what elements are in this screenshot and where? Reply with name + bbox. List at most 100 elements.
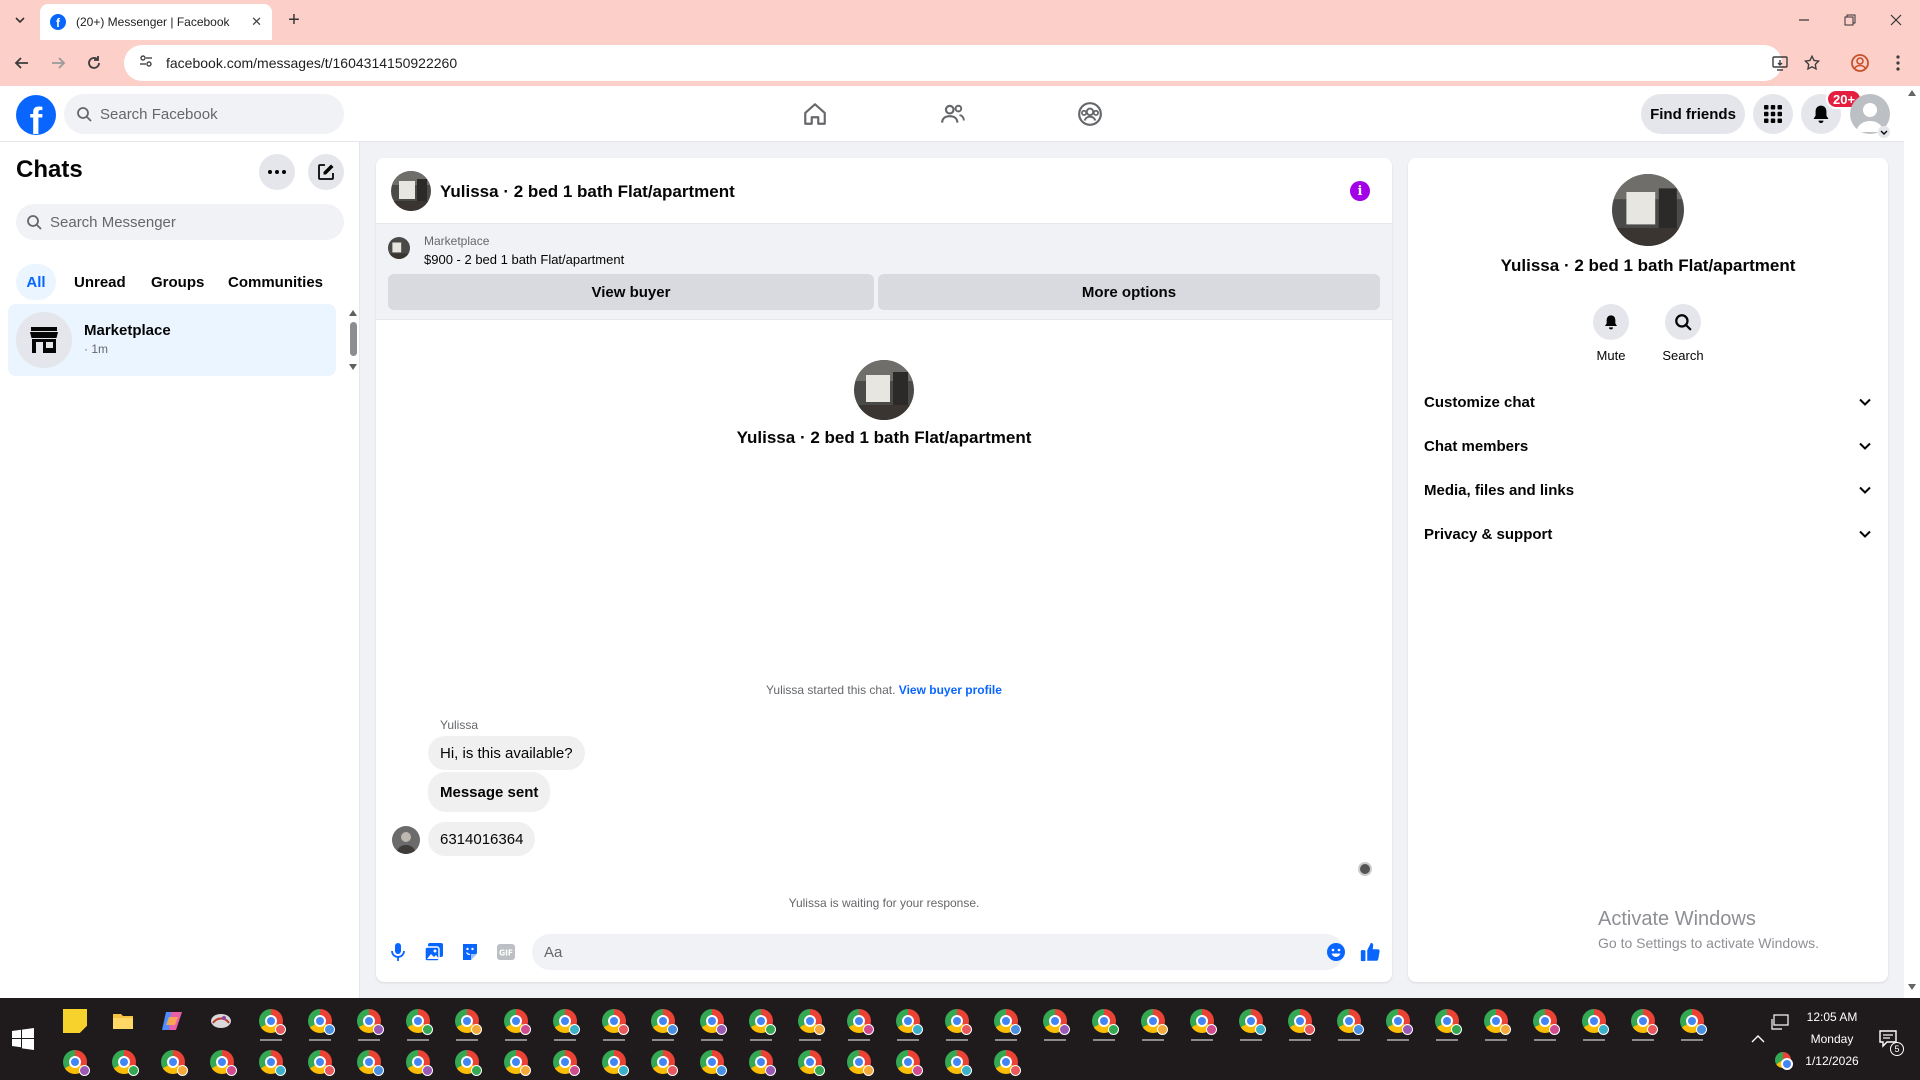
- more-options-button[interactable]: More options: [878, 274, 1380, 310]
- taskbar-chrome-profile-icon[interactable]: [259, 1009, 286, 1035]
- account-chevron-icon[interactable]: [1878, 126, 1890, 138]
- taskbar-chrome-profile-icon[interactable]: [1043, 1009, 1070, 1035]
- new-tab-plus-icon[interactable]: +: [282, 8, 306, 32]
- taskbar-chrome-profile-icon[interactable]: [259, 1050, 286, 1076]
- taskbar-chrome-profile-icon[interactable]: [651, 1050, 678, 1076]
- new-message-compose-icon[interactable]: [308, 154, 344, 190]
- browser-menu-icon[interactable]: [1886, 51, 1910, 75]
- listing-description[interactable]: $900 - 2 bed 1 bath Flat/apartment: [424, 252, 624, 267]
- filter-tab-unread[interactable]: Unread: [64, 264, 136, 300]
- taskbar-chrome-profile-icon[interactable]: [1631, 1009, 1658, 1035]
- taskbar-chrome-profile-icon[interactable]: [357, 1009, 384, 1035]
- chat-list-item[interactable]: Marketplace · 1m: [8, 304, 336, 376]
- friends-icon[interactable]: [939, 100, 967, 128]
- taskbar-chrome-profile-icon[interactable]: [896, 1050, 923, 1076]
- gif-icon[interactable]: GIF: [494, 940, 518, 964]
- more-options-icon[interactable]: [259, 154, 295, 190]
- back-arrow-icon[interactable]: [10, 51, 34, 75]
- taskbar-chrome-profile-icon[interactable]: [308, 1009, 335, 1035]
- taskbar-chrome-profile-icon[interactable]: [63, 1050, 90, 1076]
- photo-gallery-icon[interactable]: [422, 940, 446, 964]
- taskbar-chrome-profile-icon[interactable]: [749, 1050, 776, 1076]
- taskbar-chrome-profile-icon[interactable]: [210, 1050, 237, 1076]
- taskbar-app-icon[interactable]: [209, 1009, 233, 1033]
- taskbar-chrome-profile-icon[interactable]: [798, 1050, 825, 1076]
- taskbar-chrome-profile-icon[interactable]: [945, 1009, 972, 1035]
- taskbar-chrome-profile-icon[interactable]: [798, 1009, 825, 1035]
- section-media-files-links[interactable]: Media, files and links: [1416, 468, 1880, 512]
- center-profile-avatar[interactable]: [854, 360, 914, 420]
- facebook-search[interactable]: [64, 94, 344, 134]
- mute-button[interactable]: Mute: [1581, 304, 1641, 363]
- taskbar-chrome-profile-icon[interactable]: [1141, 1009, 1168, 1035]
- thumbs-up-like-icon[interactable]: [1358, 940, 1382, 964]
- taskbar-chrome-profile-icon[interactable]: [896, 1009, 923, 1035]
- taskbar-file-explorer-icon[interactable]: [111, 1009, 135, 1033]
- menu-grid-icon[interactable]: [1753, 94, 1793, 134]
- sender-avatar[interactable]: [392, 826, 420, 854]
- taskbar-copilot-icon[interactable]: [160, 1009, 184, 1033]
- view-buyer-button[interactable]: View buyer: [388, 274, 874, 310]
- taskbar-chrome-profile-icon[interactable]: [455, 1050, 482, 1076]
- tray-overflow-chevron-icon[interactable]: [1751, 1034, 1765, 1044]
- taskbar-chrome-profile-icon[interactable]: [847, 1009, 874, 1035]
- filter-tab-all[interactable]: All: [16, 264, 56, 300]
- message-bubble[interactable]: Hi, is this available?: [428, 736, 585, 770]
- section-customize-chat[interactable]: Customize chat: [1416, 380, 1880, 424]
- taskbar-chrome-profile-icon[interactable]: [504, 1050, 531, 1076]
- taskbar-chrome-profile-icon[interactable]: [1190, 1009, 1217, 1035]
- taskbar-chrome-profile-icon[interactable]: [406, 1009, 433, 1035]
- info-panel-avatar[interactable]: [1612, 174, 1684, 246]
- windows-start-icon[interactable]: [12, 1028, 34, 1050]
- section-privacy-support[interactable]: Privacy & support: [1416, 512, 1880, 556]
- taskbar-chrome-profile-icon[interactable]: [1092, 1009, 1119, 1035]
- tab-search-chevron-icon[interactable]: [8, 8, 32, 32]
- taskbar-chrome-profile-icon[interactable]: [1239, 1009, 1266, 1035]
- taskbar-chrome-profile-icon[interactable]: [1533, 1009, 1560, 1035]
- taskbar-chrome-profile-icon[interactable]: [1680, 1009, 1707, 1035]
- taskbar-chrome-profile-icon[interactable]: [994, 1009, 1021, 1035]
- profile-icon[interactable]: [1848, 51, 1872, 75]
- view-buyer-profile-link[interactable]: View buyer profile: [899, 683, 1002, 697]
- conversation-title[interactable]: Yulissa · 2 bed 1 bath Flat/apartment: [440, 182, 735, 202]
- message-text-field[interactable]: [544, 943, 1284, 961]
- reload-icon[interactable]: [82, 51, 106, 75]
- taskbar-chrome-profile-icon[interactable]: [1386, 1009, 1413, 1035]
- taskbar-chrome-profile-icon[interactable]: [504, 1009, 531, 1035]
- taskbar-chrome-profile-icon[interactable]: [700, 1050, 727, 1076]
- taskbar-chrome-profile-icon[interactable]: [1337, 1009, 1364, 1035]
- taskbar-chrome-profile-icon[interactable]: [1435, 1009, 1462, 1035]
- browser-tab-messenger[interactable]: f (20+) Messenger | Facebook ✕: [40, 4, 272, 40]
- find-friends-button[interactable]: Find friends: [1641, 94, 1745, 134]
- taskbar-chrome-profile-icon[interactable]: [749, 1009, 776, 1035]
- taskbar-chrome-profile-icon[interactable]: [602, 1009, 629, 1035]
- bookmark-star-icon[interactable]: [1800, 51, 1824, 75]
- facebook-search-input[interactable]: [100, 105, 320, 123]
- taskbar-time[interactable]: 12:05 AM: [1796, 1010, 1868, 1024]
- network-display-icon[interactable]: [1771, 1014, 1789, 1030]
- filter-tab-communities[interactable]: Communities: [218, 264, 333, 300]
- taskbar-chrome-profile-icon[interactable]: [651, 1009, 678, 1035]
- taskbar-chrome-profile-icon[interactable]: [553, 1009, 580, 1035]
- taskbar-chrome-profile-icon[interactable]: [1288, 1009, 1315, 1035]
- taskbar-day[interactable]: Monday: [1796, 1032, 1868, 1046]
- address-bar[interactable]: facebook.com/messages/t/1604314150922260: [124, 45, 1782, 81]
- tray-chrome-icon[interactable]: [1775, 1052, 1793, 1070]
- groups-icon[interactable]: [1076, 100, 1104, 128]
- home-icon[interactable]: [801, 100, 829, 128]
- tab-close-icon[interactable]: ✕: [251, 14, 262, 30]
- chat-list-scrollbar[interactable]: [346, 310, 360, 370]
- taskbar-chrome-profile-icon[interactable]: [553, 1050, 580, 1076]
- section-chat-members[interactable]: Chat members: [1416, 424, 1880, 468]
- search-in-conversation-button[interactable]: Search: [1653, 304, 1713, 363]
- taskbar-chrome-profile-icon[interactable]: [847, 1050, 874, 1076]
- message-input[interactable]: [532, 934, 1346, 970]
- page-scrollbar[interactable]: [1904, 86, 1920, 998]
- taskbar-chrome-profile-icon[interactable]: [945, 1050, 972, 1076]
- taskbar-chrome-profile-icon[interactable]: [161, 1050, 188, 1076]
- messenger-search[interactable]: [16, 204, 344, 240]
- taskbar-chrome-profile-icon[interactable]: [455, 1009, 482, 1035]
- window-close-icon[interactable]: [1884, 8, 1908, 32]
- emoji-icon[interactable]: [1326, 942, 1346, 967]
- window-restore-icon[interactable]: [1838, 8, 1862, 32]
